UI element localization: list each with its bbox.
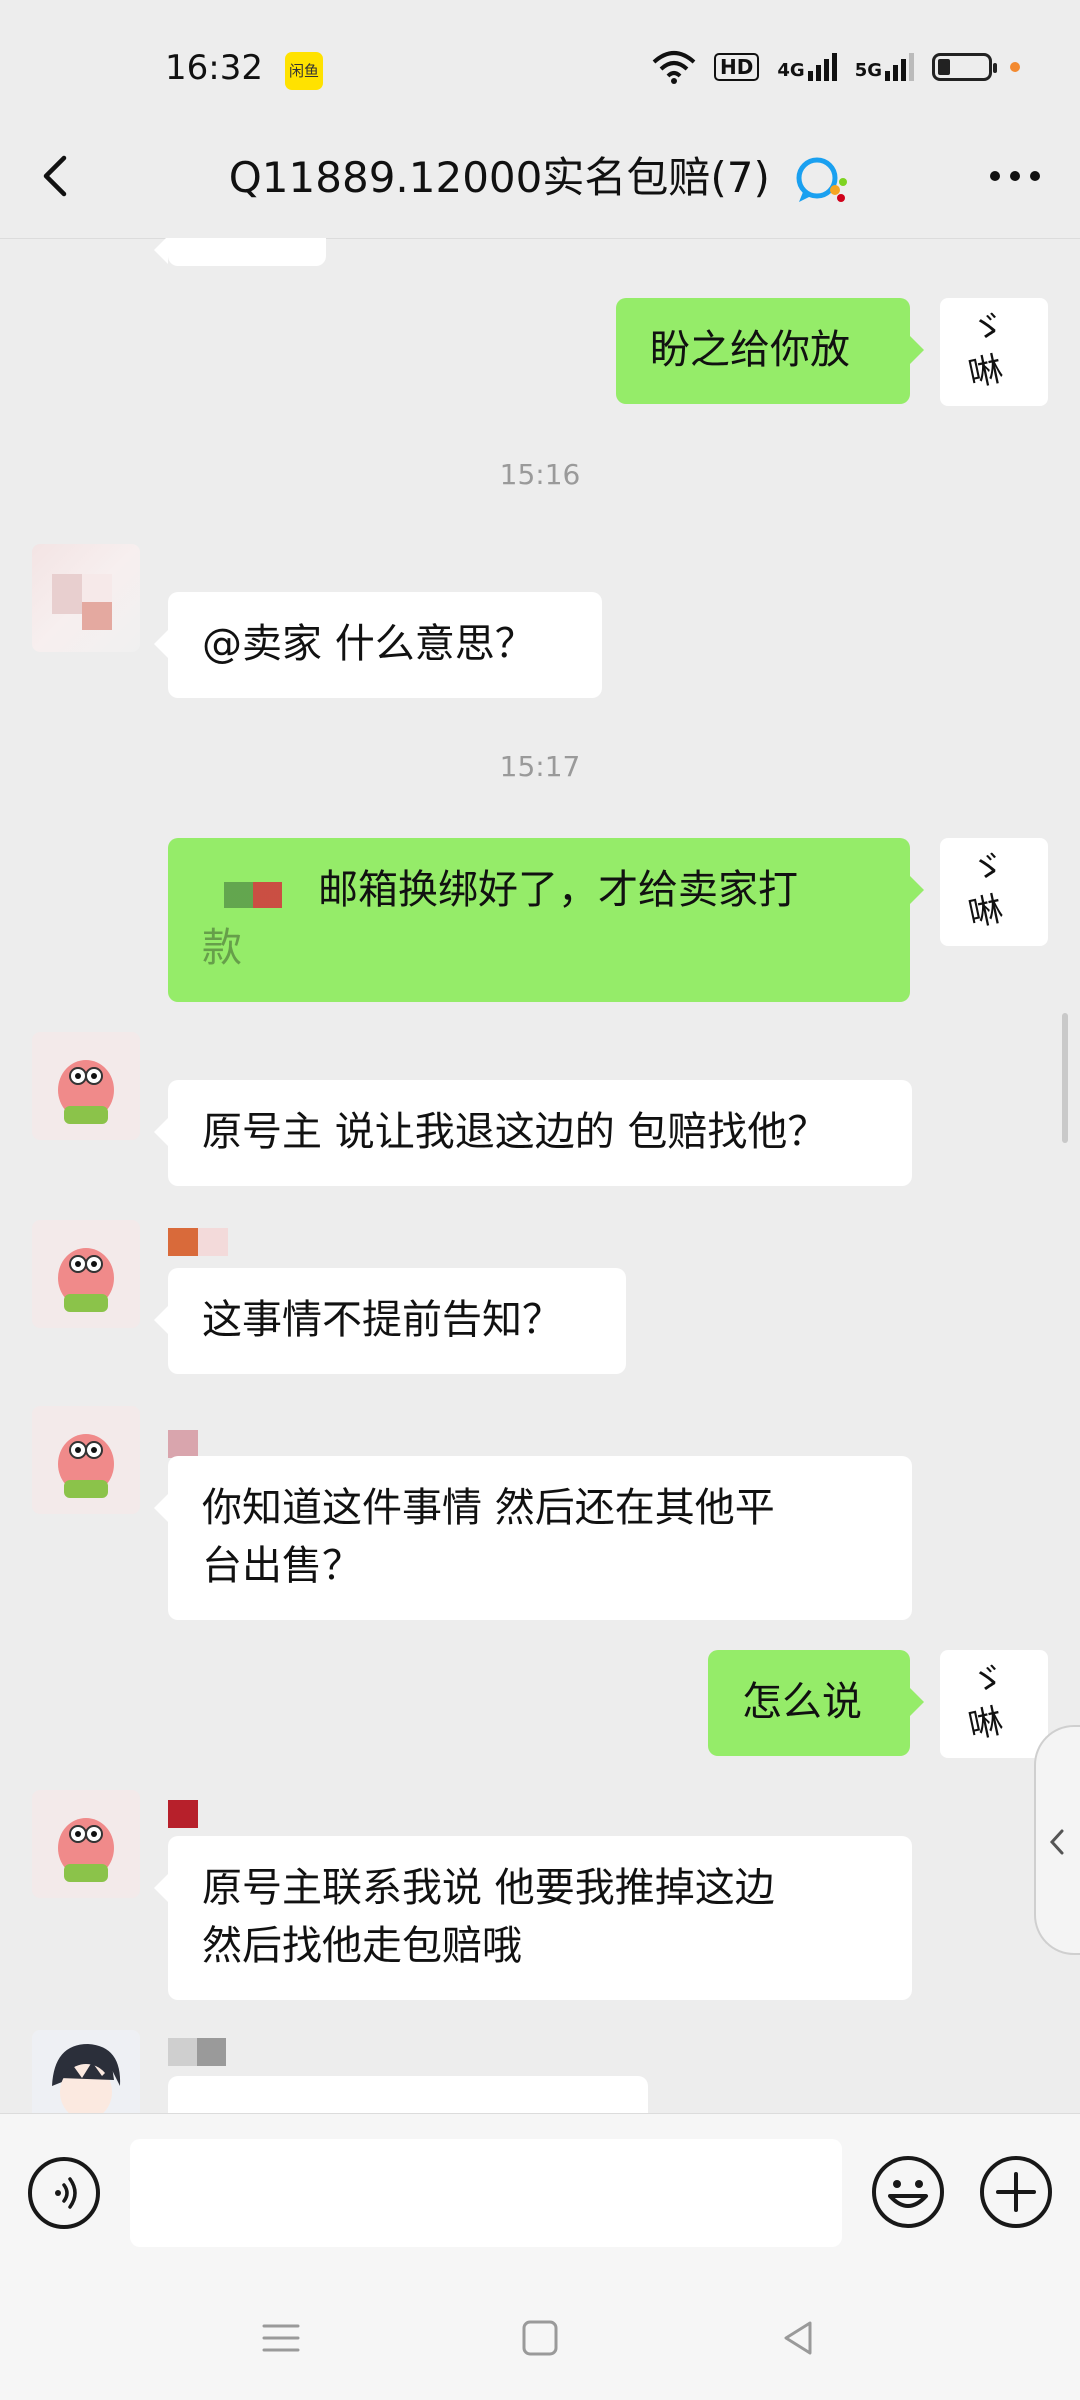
received-message-bubble[interactable]: 原号主联系我说 他要我推掉这边 然后找他走包赔哦 <box>154 1836 912 2000</box>
sent-message-bubble[interactable]: 盼之给你放 <box>616 298 924 404</box>
my-avatar[interactable]: ゞ啉 <box>940 298 1048 406</box>
anime-boy-avatar[interactable] <box>32 2030 140 2113</box>
chat-title: Q11889.12000实名包赔(7) <box>0 144 1080 206</box>
sent-message-bubble[interactable]: 邮箱换绑好了，才给卖家打 款 <box>168 838 924 1002</box>
scroll-indicator[interactable] <box>1062 1013 1068 1143</box>
my-avatar[interactable]: ゞ啉 <box>940 838 1048 946</box>
patrick-star-icon <box>58 1434 114 1498</box>
home-icon[interactable] <box>515 2313 565 2363</box>
patrick-star-icon <box>58 1818 114 1882</box>
clock: 16:32 <box>165 48 263 88</box>
message-text-line2: 台出售？ <box>202 1543 362 1589</box>
menu-icon[interactable] <box>256 2313 306 2363</box>
message-text-line2: 款 <box>202 925 242 971</box>
chat-bubble-logo-icon <box>796 157 848 202</box>
signal-5g-icon: 5G <box>855 53 914 81</box>
emoji-icon[interactable] <box>870 2154 946 2230</box>
received-message-bubble[interactable]: 这事情不提前告知？ <box>154 1268 626 1374</box>
voice-input-button[interactable] <box>28 2157 100 2229</box>
patrick-star-icon <box>58 1248 114 1312</box>
received-message-bubble-partial[interactable] <box>168 2076 648 2113</box>
message-text: 盼之给你放 <box>650 327 850 373</box>
hd-icon: HD <box>714 53 760 81</box>
net-label-4g: 4G <box>777 60 805 81</box>
patrick-star-icon <box>58 1060 114 1124</box>
message-text: 怎么说 <box>742 1679 862 1725</box>
status-icons: HD 4G 5G <box>652 50 1020 84</box>
partial-message-bubble[interactable] <box>154 238 326 266</box>
wifi-icon <box>652 51 696 84</box>
received-message-bubble[interactable]: 原号主 说让我退这边的 包赔找他？ <box>154 1080 912 1186</box>
chat-title-text: Q11889.12000实名包赔(7) <box>228 153 770 202</box>
sent-message-bubble[interactable]: 怎么说 <box>708 1650 924 1756</box>
message-text: 原号主 说让我退这边的 包赔找他？ <box>202 1109 828 1155</box>
message-text: 这事情不提前告知？ <box>202 1297 562 1343</box>
net-label-5g: 5G <box>854 60 882 81</box>
chat-header: Q11889.12000实名包赔(7) <box>0 118 1080 239</box>
battery-icon <box>932 53 997 81</box>
system-navigation-bar <box>0 2273 1080 2400</box>
redacted-nickname <box>168 1800 198 1828</box>
chevron-left-icon <box>1049 1829 1064 1855</box>
message-text: @卖家 什么意思？ <box>202 621 535 667</box>
back-triangle-icon[interactable] <box>774 2313 824 2363</box>
message-input-bar <box>0 2113 1080 2274</box>
contact-avatar-blurred[interactable] <box>32 544 140 652</box>
notification-dot-icon <box>1010 62 1020 72</box>
patrick-star-avatar[interactable] <box>32 1220 140 1328</box>
redacted-mention <box>224 882 282 908</box>
xianyu-app-badge: 闲鱼 <box>285 52 323 90</box>
voice-icon <box>55 2177 77 2209</box>
more-dots-icon[interactable] <box>980 146 1050 206</box>
message-text-line1: 原号主联系我说 他要我推掉这边 <box>202 1865 775 1911</box>
signal-4g-icon: 4G <box>777 53 837 81</box>
chat-message-list[interactable]: 盼之给你放 ゞ啉 15:16 @卖家 什么意思？ 15:17 邮箱换绑好了，才给… <box>0 238 1080 2113</box>
timestamp: 15:17 <box>499 750 581 783</box>
anime-boy-icon <box>52 2044 121 2113</box>
my-avatar[interactable]: ゞ啉 <box>940 1650 1048 1758</box>
message-text-line1: 你知道这件事情 然后还在其他平 <box>202 1485 775 1531</box>
patrick-star-avatar[interactable] <box>32 1406 140 1514</box>
patrick-star-avatar[interactable] <box>32 1790 140 1898</box>
message-text-line1: 邮箱换绑好了，才给卖家打 <box>318 867 798 913</box>
redacted-nickname <box>168 2038 226 2066</box>
redacted-nickname <box>168 1228 228 1256</box>
message-input[interactable] <box>130 2139 842 2247</box>
patrick-star-avatar[interactable] <box>32 1032 140 1140</box>
message-text-line2: 然后找他走包赔哦 <box>202 1923 522 1969</box>
timestamp: 15:16 <box>499 458 581 491</box>
received-message-bubble[interactable]: 你知道这件事情 然后还在其他平 台出售？ <box>154 1456 912 1620</box>
received-message-bubble[interactable]: @卖家 什么意思？ <box>154 592 602 698</box>
redacted-nickname <box>168 1430 198 1458</box>
plus-icon[interactable] <box>978 2154 1054 2230</box>
side-drawer-handle[interactable] <box>1034 1725 1080 1955</box>
